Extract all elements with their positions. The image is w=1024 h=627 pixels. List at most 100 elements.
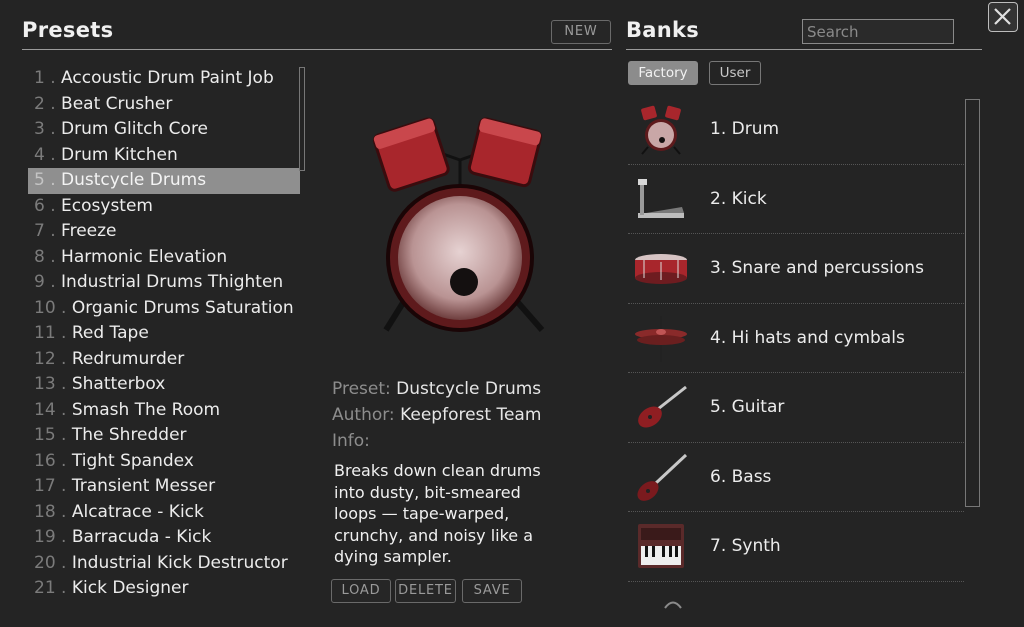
preset-number: 1 [34, 68, 45, 88]
preset-list-item[interactable]: 12 . Redrumurder [28, 347, 300, 373]
preset-list-item[interactable]: 7 . Freeze [28, 219, 300, 245]
bank-label: 5. Guitar [710, 397, 785, 417]
preset-number: 4 [34, 144, 45, 165]
cymbal-icon [632, 312, 690, 364]
preset-number: 3 [34, 119, 45, 139]
preset-name-value: Dustcycle Drums [396, 379, 542, 399]
preset-number: 16 [34, 450, 56, 471]
preset-list-item[interactable]: 19 . Barracuda - Kick [28, 525, 300, 551]
preset-list-item[interactable]: 2 . Beat Crusher [28, 92, 300, 118]
preset-name: Accoustic Drum Paint Job [61, 68, 274, 88]
drum-kit-icon [632, 103, 690, 155]
preset-number: 12 [34, 348, 56, 369]
preset-number: 19 [34, 527, 56, 547]
preset-name: Alcatrace - Kick [71, 501, 204, 522]
kick-pedal-icon [632, 173, 690, 225]
preset-number: 14 [34, 399, 56, 420]
bank-label: 3. Snare and percussions [710, 258, 924, 278]
preset-list-item[interactable]: 16 . Tight Spandex [28, 449, 300, 475]
preset-list-item[interactable]: 15 . The Shredder [28, 423, 300, 449]
synth-keyboard-icon [632, 520, 690, 572]
preset-info-text: Breaks down clean drums into dusty, bit-… [334, 461, 541, 566]
close-icon [994, 8, 1011, 25]
preset-name-label: Preset: [332, 379, 391, 399]
guitar-icon [632, 381, 690, 433]
info-label: Info: [332, 431, 370, 451]
snare-drum-icon [632, 242, 690, 294]
delete-button[interactable]: DELETE [395, 579, 456, 603]
preset-name: The Shredder [71, 425, 187, 445]
bank-item-synth[interactable]: 7. Synth [628, 512, 964, 582]
banks-title: Banks [626, 18, 700, 42]
tab-factory[interactable]: Factory [628, 61, 698, 85]
preset-name: Smash The Room [71, 399, 221, 420]
bank-search-input[interactable] [802, 19, 954, 44]
preset-name: Shatterbox [71, 374, 166, 394]
preset-list-item[interactable]: 3 . Drum Glitch Core [28, 117, 300, 143]
preset-name: Organic Drums Saturation [71, 297, 294, 318]
save-button[interactable]: SAVE [462, 579, 522, 603]
preset-number: 9 [34, 272, 45, 292]
preset-name: Ecosystem [61, 195, 153, 216]
preset-number: 5 [34, 170, 45, 190]
preset-list-item[interactable]: 9 . Industrial Drums Thighten [28, 270, 300, 296]
preset-name: Industrial Kick Destructor [71, 552, 288, 573]
preset-list-scrollbar[interactable] [299, 67, 305, 171]
preset-name: Freeze [61, 221, 117, 241]
bank-item-snare[interactable]: 3. Snare and percussions [628, 234, 964, 304]
preset-number: 13 [34, 374, 56, 394]
preset-list-item[interactable]: 17 . Transient Messer [28, 474, 300, 500]
bank-item-bass[interactable]: 6. Bass [628, 443, 964, 512]
bank-item-guitar[interactable]: 5. Guitar [628, 373, 964, 443]
preset-list-item[interactable]: 6 . Ecosystem [28, 194, 300, 220]
next-bank-icon-partial [662, 594, 684, 609]
preset-name: Drum Kitchen [61, 144, 178, 165]
preset-number: 6 [34, 195, 45, 216]
preset-list-item[interactable]: 14 . Smash The Room [28, 398, 300, 424]
bank-item-cymbals[interactable]: 4. Hi hats and cymbals [628, 304, 964, 373]
preset-list-item[interactable]: 20 . Industrial Kick Destructor [28, 551, 300, 577]
preset-list-item[interactable]: 8 . Harmonic Elevation [28, 245, 300, 271]
author-value: Keepforest Team [400, 405, 542, 425]
bank-label: 7. Synth [710, 536, 781, 556]
preset-list-item[interactable]: 18 . Alcatrace - Kick [28, 500, 300, 526]
preset-list: 1 . Accoustic Drum Paint Job 2 . Beat Cru… [28, 66, 300, 602]
bank-label: 4. Hi hats and cymbals [710, 327, 905, 348]
author-label: Author: [332, 405, 395, 425]
preset-name: Drum Glitch Core [61, 119, 209, 139]
preset-number: 8 [34, 246, 45, 267]
preset-list-item[interactable]: 11 . Red Tape [28, 321, 300, 347]
preset-preview-image [366, 108, 554, 338]
preset-number: 7 [34, 221, 45, 241]
bank-label: 6. Bass [710, 466, 772, 487]
presets-title: Presets [22, 18, 114, 42]
bank-list-scrollbar[interactable] [965, 99, 980, 507]
preset-list-item[interactable]: 1 . Accoustic Drum Paint Job [28, 66, 300, 92]
preset-name: Tight Spandex [71, 450, 194, 471]
bank-item-kick[interactable]: 2. Kick [628, 165, 964, 234]
preset-list-item[interactable]: 5 . Dustcycle Drums [28, 168, 300, 194]
preset-list-item[interactable]: 21 . Kick Designer [28, 576, 300, 602]
preset-number: 18 [34, 501, 56, 522]
preset-name: Beat Crusher [61, 93, 173, 114]
close-button[interactable] [988, 2, 1018, 32]
new-preset-button[interactable]: NEW [551, 20, 611, 44]
preset-list-item[interactable]: 10 . Organic Drums Saturation [28, 296, 300, 322]
preset-number: 11 [34, 323, 56, 343]
preset-list-item[interactable]: 4 . Drum Kitchen [28, 143, 300, 169]
preset-list-item[interactable]: 13 . Shatterbox [28, 372, 300, 398]
preset-name: Industrial Drums Thighten [61, 272, 284, 292]
preset-name-row: Preset: Dustcycle Drums [332, 379, 541, 399]
preset-name: Kick Designer [71, 578, 189, 598]
presets-divider [22, 49, 612, 50]
banks-divider [626, 49, 982, 50]
preset-name: Harmonic Elevation [61, 246, 228, 267]
preset-number: 10 [34, 297, 56, 318]
preset-author-row: Author: Keepforest Team [332, 405, 541, 425]
tab-user[interactable]: User [709, 61, 761, 85]
preset-name: Dustcycle Drums [61, 170, 207, 190]
load-button[interactable]: LOAD [331, 579, 391, 603]
drum-kit-illustration-icon [372, 117, 545, 332]
bank-item-drum[interactable]: 1. Drum [628, 95, 964, 165]
bank-label: 1. Drum [710, 119, 780, 139]
